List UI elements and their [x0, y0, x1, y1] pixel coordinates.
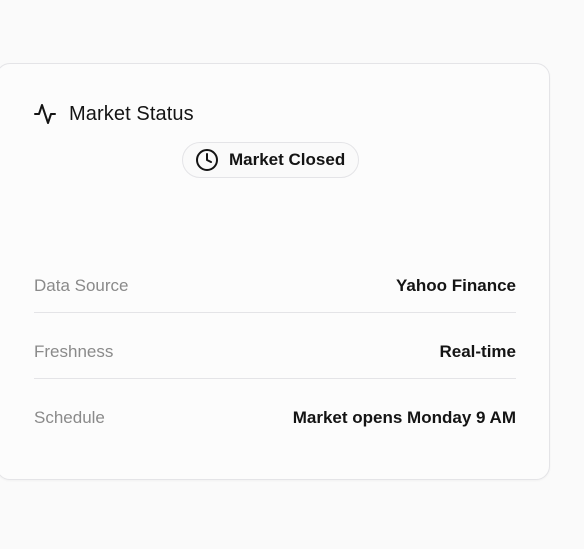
clock-icon — [195, 148, 219, 172]
card-title: Market Status — [69, 102, 194, 125]
details-list: Data Source Yahoo Finance Freshness Real… — [34, 261, 516, 459]
detail-row-schedule: Schedule Market opens Monday 9 AM — [34, 393, 516, 445]
detail-label: Data Source — [34, 275, 129, 295]
card-header: Market Status — [33, 102, 194, 126]
detail-label: Schedule — [34, 408, 105, 427]
market-status-label: Market Closed — [229, 150, 346, 169]
market-status-badge: Market Closed — [182, 142, 360, 178]
detail-value: Market opens Monday 9 AM — [292, 408, 516, 427]
detail-value: Yahoo Finance — [396, 275, 516, 295]
detail-label: Freshness — [34, 341, 114, 361]
detail-row-freshness: Freshness Real-time — [34, 327, 516, 379]
detail-value: Real-time — [439, 341, 516, 361]
activity-pulse-icon — [33, 102, 57, 126]
detail-row-data-source: Data Source Yahoo Finance — [34, 261, 516, 313]
market-status-card: Market Status Market Closed Data Source … — [0, 63, 550, 480]
